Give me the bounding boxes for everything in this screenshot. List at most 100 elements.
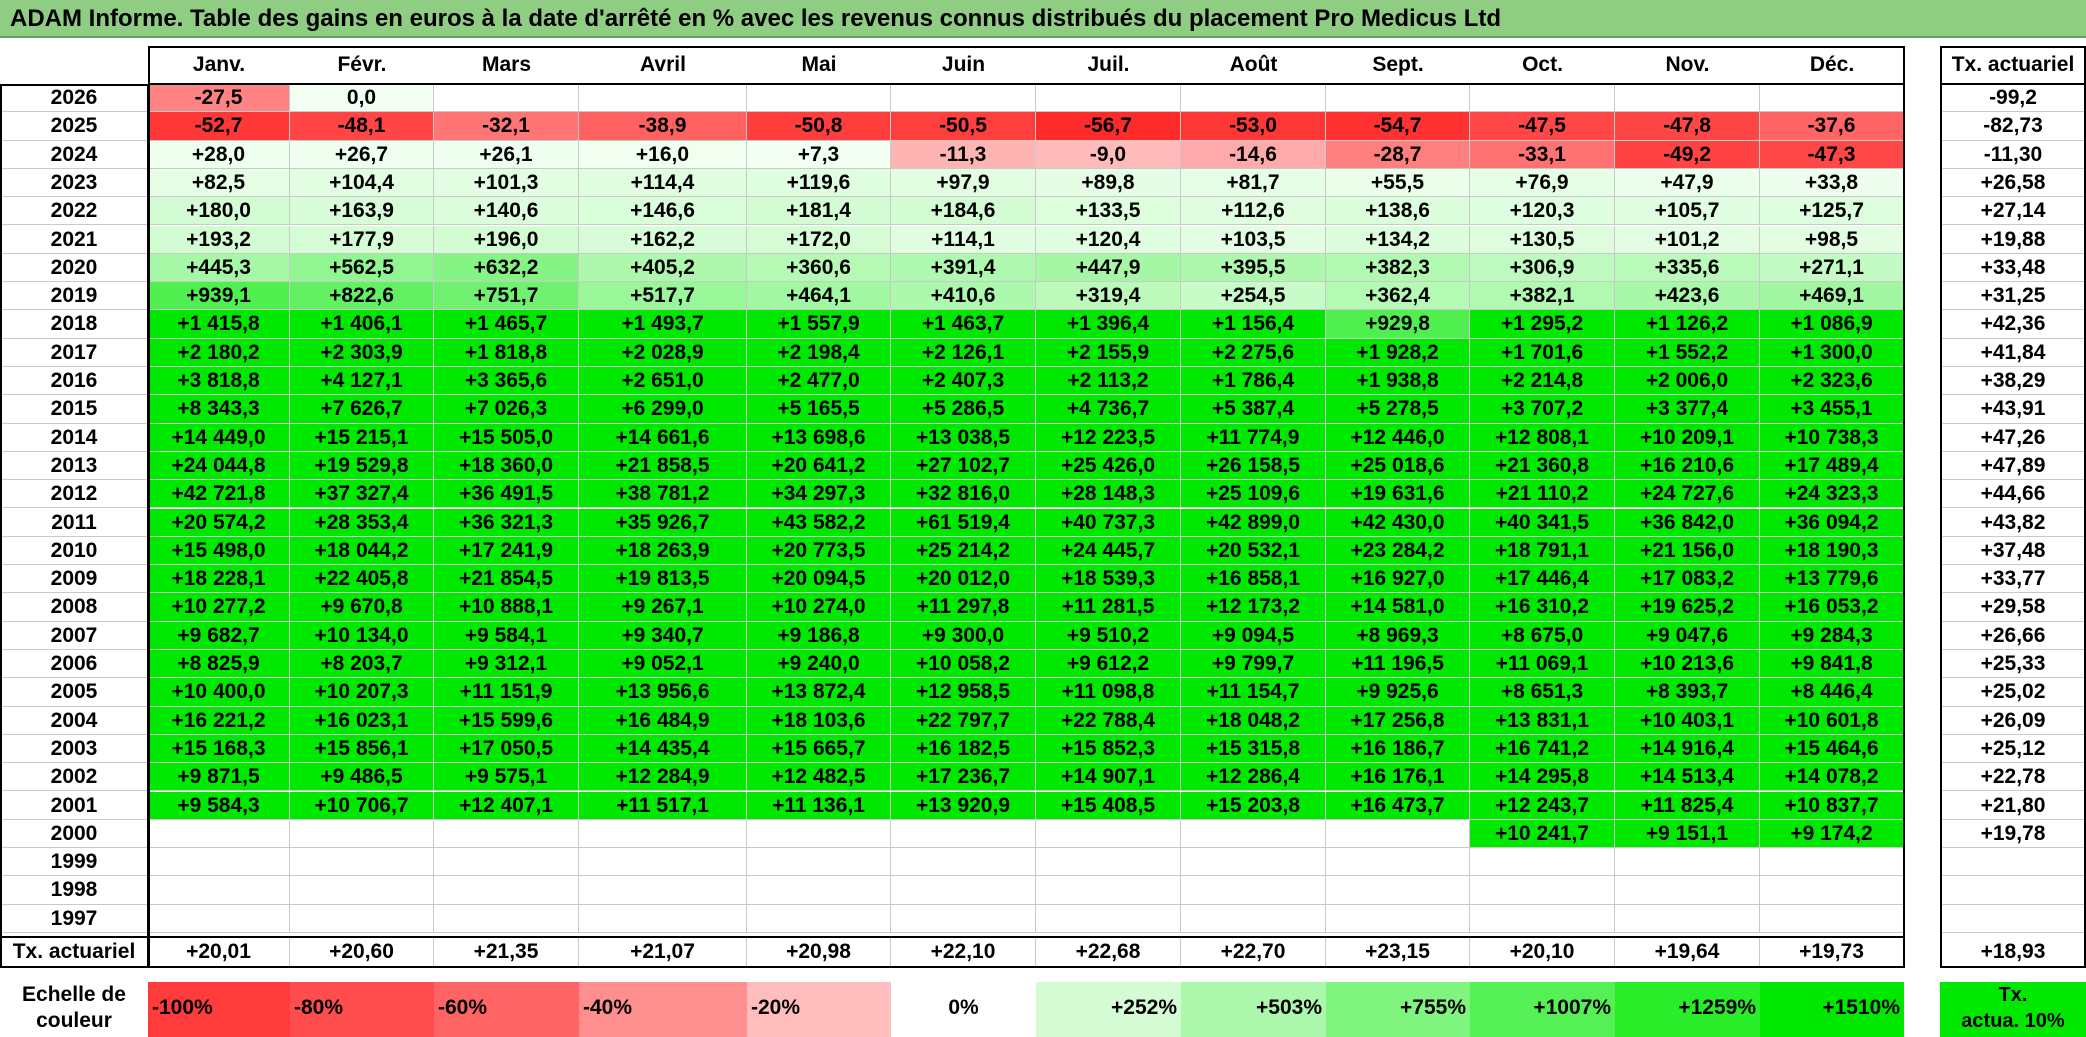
gain-cell <box>434 84 579 113</box>
gain-cell: +47,9 <box>1615 168 1760 198</box>
gain-cell: +822,6 <box>290 282 434 311</box>
gain-cell: +5 387,4 <box>1181 395 1326 424</box>
gain-cell: -9,0 <box>1036 140 1181 169</box>
gain-cell: +9 052,1 <box>579 650 747 679</box>
gain-cell: +11 151,9 <box>434 678 579 707</box>
gain-cell: +8 203,7 <box>290 650 434 679</box>
legend-step: -20% <box>747 982 891 1037</box>
gain-cell: +18 791,1 <box>1470 536 1615 566</box>
gain-cell <box>1326 876 1470 905</box>
gain-cell: +16 053,2 <box>1760 593 1904 622</box>
row-rate-cell: +41,84 <box>1940 339 2086 367</box>
gain-cell <box>1181 848 1326 877</box>
footer-rate-cell: +20,98 <box>747 936 891 968</box>
gain-cell: +306,9 <box>1470 253 1615 283</box>
gain-cell: +7 626,7 <box>290 395 434 424</box>
gain-cell: +26,7 <box>290 140 434 169</box>
gain-cell: +162,2 <box>579 225 747 254</box>
gain-cell: +9 047,6 <box>1615 621 1760 650</box>
gain-cell: +15 215,1 <box>290 423 434 452</box>
gain-cell: +1 156,4 <box>1181 310 1326 339</box>
gain-cell: 0,0 <box>290 84 434 113</box>
gain-cell: +180,0 <box>148 197 290 226</box>
gain-cell: -28,7 <box>1326 140 1470 169</box>
gain-cell: +11 069,1 <box>1470 650 1615 679</box>
gain-cell: +16 221,2 <box>148 706 290 735</box>
gain-cell <box>290 848 434 877</box>
year-label: 2012 <box>0 480 148 509</box>
month-header: Juin <box>941 53 986 76</box>
month-header: Févr. <box>337 53 387 76</box>
gain-cell: +15 665,7 <box>747 734 891 764</box>
gain-cell: +360,6 <box>747 253 891 283</box>
gain-cell: +81,7 <box>1181 168 1326 198</box>
gain-cell: +34 297,3 <box>747 480 891 509</box>
gain-cell: +12 482,5 <box>747 763 891 792</box>
gain-cell: +10 058,2 <box>891 650 1036 679</box>
gain-cell: +2 275,6 <box>1181 338 1326 367</box>
year-label: 2001 <box>0 792 148 820</box>
gain-cell: -47,8 <box>1615 112 1760 141</box>
gain-cell: +120,3 <box>1470 197 1615 226</box>
month-header: Oct. <box>1522 53 1563 76</box>
gain-cell: +24 727,6 <box>1615 480 1760 509</box>
gain-cell: +104,4 <box>290 168 434 198</box>
gain-cell: +32 816,0 <box>891 480 1036 509</box>
gain-cell <box>579 84 747 113</box>
gain-cell: -38,9 <box>579 112 747 141</box>
gain-cell: +10 134,0 <box>290 621 434 650</box>
gain-cell: +114,1 <box>891 225 1036 254</box>
year-label: 2014 <box>0 424 148 452</box>
gain-cell: +10 207,3 <box>290 678 434 707</box>
gain-cell: +22 788,4 <box>1036 706 1181 735</box>
gain-cell: +98,5 <box>1760 225 1904 254</box>
gain-cell: +13 831,1 <box>1470 706 1615 735</box>
gain-cell: +19 813,5 <box>579 565 747 594</box>
gain-cell: +2 028,9 <box>579 338 747 367</box>
year-label: 2013 <box>0 452 148 481</box>
gain-cell: +36 491,5 <box>434 480 579 509</box>
gain-cell: -48,1 <box>290 112 434 141</box>
gain-cell: +362,4 <box>1326 282 1470 311</box>
gain-cell: +1 086,9 <box>1760 310 1904 339</box>
gain-cell: +3 365,6 <box>434 367 579 396</box>
gain-cell: +9 682,7 <box>148 621 290 650</box>
gain-cell: +20 574,2 <box>148 508 290 537</box>
year-label: 2002 <box>0 763 148 792</box>
gain-cell: +9 486,5 <box>290 763 434 792</box>
gain-cell <box>891 84 1036 113</box>
row-rate-cell: +42,36 <box>1940 310 2086 339</box>
gain-cell <box>1181 84 1326 113</box>
footer-total-rate: +18,93 <box>1980 940 2046 963</box>
gain-cell <box>579 848 747 877</box>
row-rate-cell: +19,78 <box>1940 820 2086 849</box>
gain-cell <box>290 876 434 905</box>
gain-cell: +25 426,0 <box>1036 451 1181 481</box>
gain-cell: +193,2 <box>148 225 290 254</box>
gain-cell: +26 158,5 <box>1181 451 1326 481</box>
gain-cell: +14 907,1 <box>1036 763 1181 792</box>
gain-cell: -11,3 <box>891 140 1036 169</box>
gain-cell: +14 661,6 <box>579 423 747 452</box>
gain-cell: +751,7 <box>434 282 579 311</box>
gain-cell: +12 284,9 <box>579 763 747 792</box>
gain-cell: +13 872,4 <box>747 678 891 707</box>
month-header: Déc. <box>1809 53 1855 76</box>
gain-cell: +125,7 <box>1760 197 1904 226</box>
gain-cell: +101,3 <box>434 168 579 198</box>
row-rate-cell: +25,12 <box>1940 735 2086 764</box>
gain-cell: +1 406,1 <box>290 310 434 339</box>
gain-cell: +12 446,0 <box>1326 423 1470 452</box>
gain-cell: +25 018,6 <box>1326 451 1470 481</box>
row-rate-cell <box>1940 876 2086 905</box>
gain-cell: +4 736,7 <box>1036 395 1181 424</box>
month-header: Avril <box>640 53 686 76</box>
gain-cell <box>747 84 891 113</box>
gain-cell: +15 505,0 <box>434 423 579 452</box>
gain-cell: +2 303,9 <box>290 338 434 367</box>
gain-cell: +469,1 <box>1760 282 1904 311</box>
gain-cell <box>1760 84 1904 113</box>
gain-cell: +10 400,0 <box>148 678 290 707</box>
gain-cell: +19 625,2 <box>1615 593 1760 622</box>
gain-cell: +17 446,4 <box>1470 565 1615 594</box>
